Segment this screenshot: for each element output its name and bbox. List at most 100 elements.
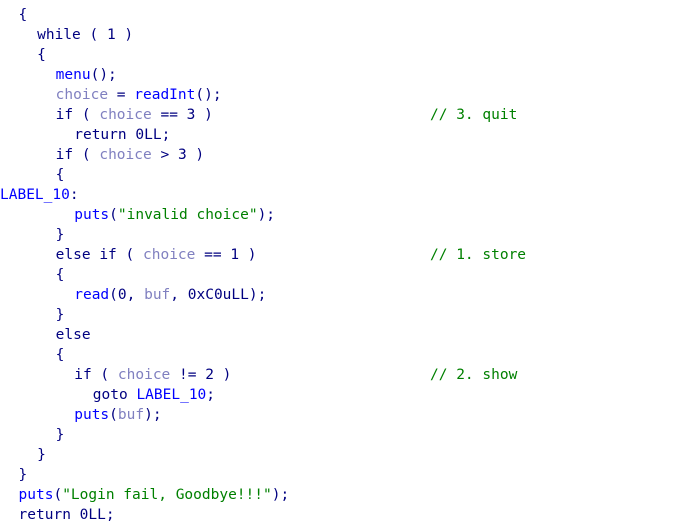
code-line[interactable]: { bbox=[0, 265, 687, 285]
punctuation: { bbox=[55, 167, 65, 183]
punctuation: == bbox=[151, 107, 187, 123]
code-line[interactable]: puts("invalid choice"); bbox=[0, 205, 687, 225]
punctuation: ( bbox=[91, 367, 118, 383]
punctuation: } bbox=[55, 427, 65, 443]
variable-name: choice bbox=[143, 247, 196, 263]
punctuation: ); bbox=[144, 407, 162, 423]
number-literal: 0LL bbox=[135, 127, 162, 143]
pseudocode-listing[interactable]: {while ( 1 ){menu(); choice = readInt(); i… bbox=[0, 0, 687, 522]
code-line[interactable]: return 0LL; bbox=[0, 125, 687, 145]
code-line-text: if ( choice == 3 ) bbox=[56, 105, 213, 125]
code-line-text: return 0LL; bbox=[19, 505, 115, 522]
code-line[interactable]: { bbox=[0, 45, 687, 65]
punctuation: { bbox=[18, 7, 28, 23]
code-line[interactable]: } bbox=[0, 445, 687, 465]
code-line[interactable]: { bbox=[0, 345, 687, 365]
code-line[interactable]: read(0, buf, 0xC0uLL); bbox=[0, 285, 687, 305]
number-literal: 1 bbox=[106, 27, 116, 43]
code-line[interactable]: if ( choice != 2 ) // 2. show bbox=[0, 365, 687, 385]
code-line[interactable]: LABEL_10: bbox=[0, 185, 687, 205]
code-label: LABEL_10 bbox=[0, 187, 70, 203]
variable-name: choice bbox=[99, 107, 152, 123]
code-line-text: else bbox=[56, 325, 91, 345]
keyword: if bbox=[55, 107, 74, 123]
punctuation: ) bbox=[186, 147, 205, 163]
number-literal: 1 bbox=[230, 247, 240, 263]
keyword: goto bbox=[92, 387, 128, 403]
code-line-text: { bbox=[19, 5, 28, 25]
punctuation: ); bbox=[257, 207, 276, 223]
code-comment: // 1. store bbox=[430, 247, 527, 263]
code-line-text: else if ( choice == 1 ) bbox=[56, 245, 257, 265]
punctuation: ( bbox=[109, 407, 118, 423]
code-line[interactable]: } bbox=[0, 225, 687, 245]
function-name: readInt bbox=[134, 87, 196, 103]
punctuation: ( bbox=[73, 107, 100, 123]
punctuation: { bbox=[37, 47, 46, 63]
function-name: read bbox=[74, 287, 110, 303]
code-line[interactable]: puts("Login fail, Goodbye!!!"); bbox=[0, 485, 687, 505]
keyword: while bbox=[37, 27, 81, 43]
code-line-text: { bbox=[37, 45, 46, 65]
code-line-text: } bbox=[56, 225, 65, 245]
code-line-text: puts("invalid choice"); bbox=[74, 205, 275, 225]
punctuation bbox=[71, 507, 80, 522]
punctuation: : bbox=[69, 187, 79, 203]
code-line[interactable]: } bbox=[0, 465, 687, 485]
keyword: if bbox=[55, 147, 74, 163]
keyword: else bbox=[55, 327, 91, 343]
code-line[interactable]: while ( 1 ) bbox=[0, 25, 687, 45]
code-line-text: } bbox=[56, 305, 65, 325]
code-line[interactable]: choice = readInt(); bbox=[0, 85, 687, 105]
punctuation: { bbox=[55, 267, 65, 283]
code-line[interactable]: { bbox=[0, 165, 687, 185]
punctuation: (); bbox=[90, 67, 117, 83]
punctuation: ) bbox=[239, 247, 257, 263]
punctuation: ( bbox=[109, 207, 118, 223]
code-line[interactable]: else if ( choice == 1 ) // 1. store bbox=[0, 245, 687, 265]
code-line[interactable]: else bbox=[0, 325, 687, 345]
number-literal: 3 bbox=[177, 147, 187, 163]
code-line[interactable]: if ( choice > 3 ) bbox=[0, 145, 687, 165]
punctuation: ; bbox=[206, 387, 216, 403]
code-line-text: } bbox=[37, 445, 46, 465]
function-name: puts bbox=[18, 487, 54, 503]
code-line[interactable]: return 0LL; bbox=[0, 505, 687, 522]
punctuation: ; bbox=[105, 507, 115, 522]
code-label: LABEL_10 bbox=[136, 387, 207, 403]
code-line-text: goto LABEL_10; bbox=[93, 385, 215, 405]
code-line[interactable]: } bbox=[0, 425, 687, 445]
punctuation: { bbox=[55, 347, 65, 363]
code-comment: // 3. quit bbox=[430, 107, 518, 123]
code-line-text: menu(); bbox=[56, 65, 117, 85]
code-line-text: { bbox=[56, 265, 65, 285]
code-line-text: } bbox=[19, 465, 28, 485]
code-line[interactable]: goto LABEL_10; bbox=[0, 385, 687, 405]
code-line[interactable]: menu(); bbox=[0, 65, 687, 85]
code-line[interactable]: puts(buf); bbox=[0, 405, 687, 425]
function-name: menu bbox=[55, 67, 91, 83]
punctuation: = bbox=[108, 87, 135, 103]
punctuation: } bbox=[37, 447, 46, 463]
keyword: return bbox=[74, 127, 127, 143]
punctuation: , bbox=[170, 287, 188, 303]
code-line[interactable]: } bbox=[0, 305, 687, 325]
keyword: else bbox=[55, 247, 91, 263]
variable-name: choice bbox=[117, 367, 171, 383]
string-literal: "invalid choice" bbox=[117, 207, 258, 223]
punctuation: } bbox=[18, 467, 28, 483]
code-line[interactable]: if ( choice == 3 ) // 3. quit bbox=[0, 105, 687, 125]
punctuation: } bbox=[55, 227, 65, 243]
variable-name: buf bbox=[144, 287, 171, 303]
number-literal: 0xC0uLL bbox=[187, 287, 249, 303]
keyword: if bbox=[99, 247, 117, 263]
punctuation: ); bbox=[271, 487, 290, 503]
code-line-text: LABEL_10: bbox=[0, 185, 79, 205]
pseudocode-viewport[interactable]: {while ( 1 ){menu(); choice = readInt(); i… bbox=[0, 0, 687, 522]
punctuation: ) bbox=[115, 27, 134, 43]
code-line-text: puts(buf); bbox=[74, 405, 161, 425]
variable-name: buf bbox=[117, 407, 145, 423]
punctuation: (); bbox=[195, 87, 222, 103]
number-literal: 2 bbox=[205, 367, 214, 383]
code-line[interactable]: { bbox=[0, 5, 687, 25]
